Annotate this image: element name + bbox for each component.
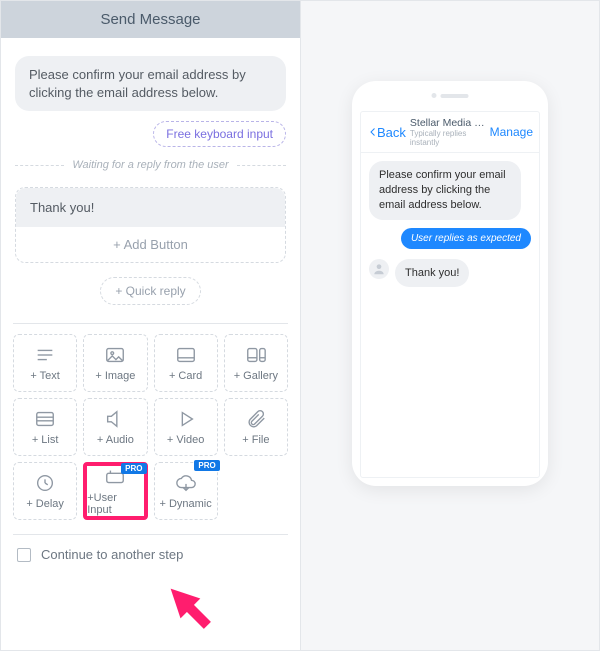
message-text[interactable]: Thank you! (16, 188, 285, 227)
phone-hardware-top (432, 93, 469, 98)
quick-reply-button[interactable]: + Quick reply (100, 277, 200, 305)
pro-badge: PRO (194, 460, 219, 471)
conversation: Please confirm your email address by cli… (361, 153, 539, 477)
continue-checkbox[interactable] (17, 548, 31, 562)
tile-video[interactable]: + Video (154, 398, 218, 456)
manage-button[interactable]: Manage (490, 125, 533, 139)
tile-label: + Image (95, 370, 135, 382)
panel-body: Please confirm your email address by cli… (1, 38, 300, 584)
tile-gallery[interactable]: + Gallery (224, 334, 288, 392)
panel-title: Send Message (1, 1, 300, 38)
tile-label: + File (242, 434, 269, 446)
tile-label: + Delay (26, 498, 64, 510)
chat-title-text: Stellar Media Marketi... (410, 117, 486, 129)
tile-label: + Card (169, 370, 202, 382)
back-button[interactable]: Back (367, 125, 406, 140)
pro-badge: PRO (121, 463, 146, 474)
tile-file[interactable]: + File (224, 398, 288, 456)
tile-audio[interactable]: + Audio (83, 398, 147, 456)
tile-user-input[interactable]: PRO +User Input (83, 462, 147, 520)
continue-label: Continue to another step (41, 547, 183, 562)
tile-list[interactable]: + List (13, 398, 77, 456)
tile-text[interactable]: + Text (13, 334, 77, 392)
waiting-divider-label: Waiting for a reply from the user (64, 159, 236, 171)
chat-subtitle: Typically replies instantly (410, 129, 486, 147)
back-label: Back (377, 125, 406, 140)
tile-label: + List (32, 434, 59, 446)
tile-label: + Text (30, 370, 59, 382)
waiting-divider: Waiting for a reply from the user (15, 159, 286, 171)
preview-bubble-reply: User replies as expected (401, 228, 531, 249)
tile-label: + Audio (97, 434, 134, 446)
phone-screen: Back Stellar Media Marketi...› Typically… (360, 111, 540, 478)
message-block-thankyou[interactable]: Thank you! + Add Button (15, 187, 286, 263)
tile-label: + Video (167, 434, 204, 446)
avatar (369, 259, 389, 279)
message-bubble-confirm[interactable]: Please confirm your email address by cli… (15, 56, 286, 111)
chat-navbar: Back Stellar Media Marketi...› Typically… (361, 112, 539, 153)
tile-card[interactable]: + Card (154, 334, 218, 392)
tile-label: +User Input (87, 492, 143, 516)
preview-bubble-thankyou: Thank you! (395, 259, 469, 288)
continue-row: Continue to another step (15, 535, 286, 574)
preview-area: Back Stellar Media Marketi...› Typically… (301, 1, 599, 650)
editor-panel: Send Message Please confirm your email a… (1, 1, 301, 650)
tile-delay[interactable]: + Delay (13, 462, 77, 520)
app-frame: Send Message Please confirm your email a… (0, 0, 600, 651)
preview-bubble-confirm: Please confirm your email address by cli… (369, 161, 521, 220)
free-keyboard-input-pill[interactable]: Free keyboard input (153, 121, 286, 147)
tile-label: + Dynamic (159, 498, 211, 510)
phone-mockup: Back Stellar Media Marketi...› Typically… (352, 81, 548, 486)
add-button[interactable]: + Add Button (16, 227, 285, 262)
tile-image[interactable]: + Image (83, 334, 147, 392)
tile-dynamic[interactable]: PRO + Dynamic (154, 462, 218, 520)
chat-title[interactable]: Stellar Media Marketi...› Typically repl… (406, 117, 490, 147)
tile-label: + Gallery (234, 370, 278, 382)
content-tile-grid: + Text + Image + Card + Gallery + List (13, 323, 288, 535)
